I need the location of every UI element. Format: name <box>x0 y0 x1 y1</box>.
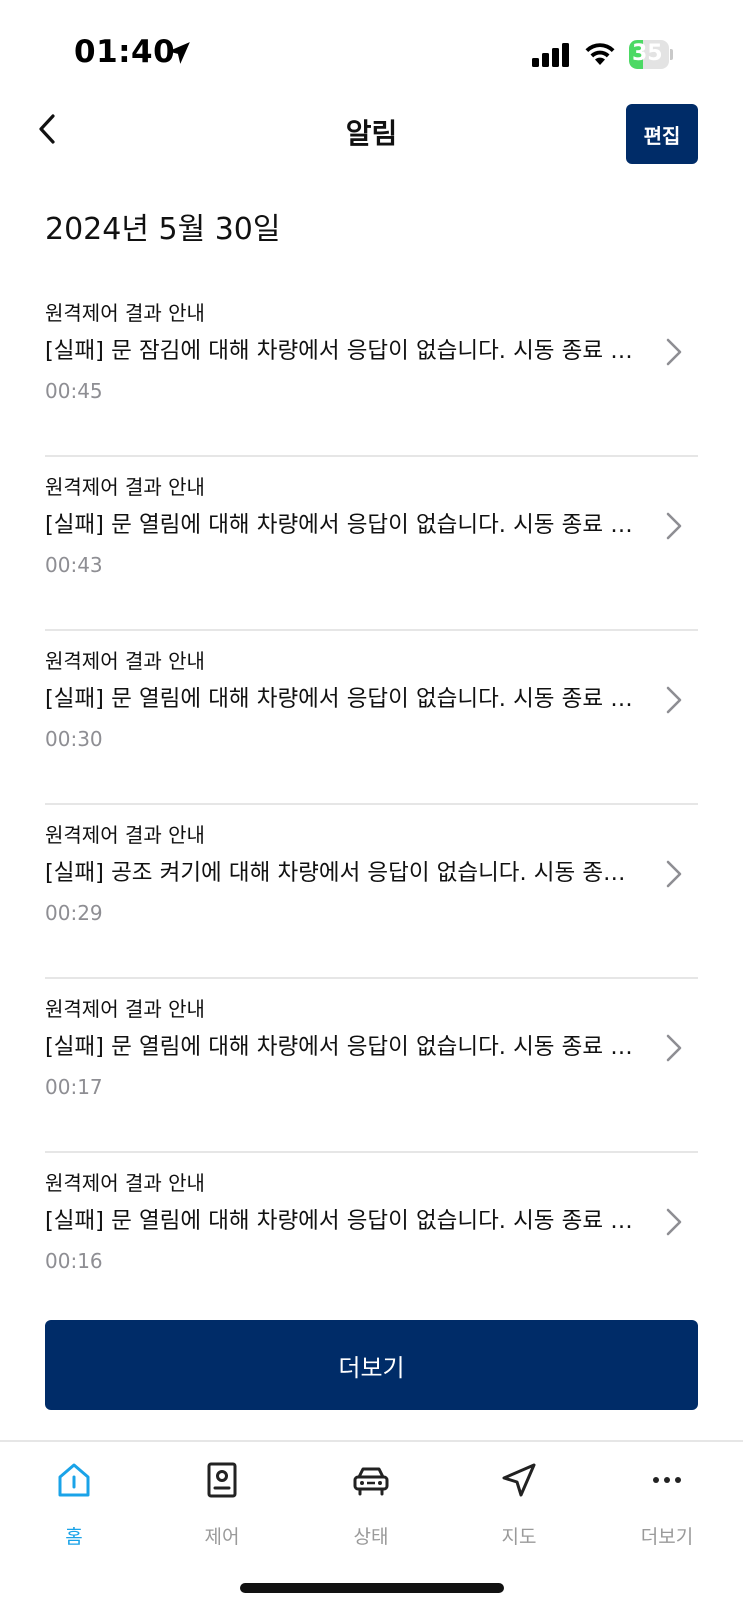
tab-status[interactable]: 상태 <box>311 1460 431 1560</box>
battery-percent: 35 <box>632 41 663 66</box>
tab-label: 지도 <box>501 1526 537 1548</box>
notification-message: [실패] 문 열림에 대해 차량에서 응답이 없습니다. 시동 종료 상태에서 … <box>45 1034 640 1060</box>
notification-category: 원격제어 결과 안내 <box>45 475 205 499</box>
notification-list: 원격제어 결과 안내 [실패] 문 잠김에 대해 차량에서 응답이 없습니다. … <box>45 283 698 1327</box>
notification-time: 00:17 <box>45 1075 103 1099</box>
tab-label: 홈 <box>65 1526 83 1548</box>
notification-message: [실패] 문 열림에 대해 차량에서 응답이 없습니다. 시동 종료 상태에서 … <box>45 512 640 538</box>
notification-item[interactable]: 원격제어 결과 안내 [실패] 문 열림에 대해 차량에서 응답이 없습니다. … <box>45 1153 698 1327</box>
car-icon <box>353 1467 389 1496</box>
chevron-right-icon <box>666 686 682 714</box>
notification-item[interactable]: 원격제어 결과 안내 [실패] 문 열림에 대해 차량에서 응답이 없습니다. … <box>45 457 698 631</box>
notification-category: 원격제어 결과 안내 <box>45 649 205 673</box>
tab-home[interactable]: 홈 <box>14 1460 134 1560</box>
date-heading: 2024년 5월 30일 <box>45 212 281 247</box>
battery-indicator: 35 <box>629 40 673 69</box>
notification-message: [실패] 문 잠김에 대해 차량에서 응답이 없습니다. 시동 종료 상태에서 … <box>45 338 640 364</box>
tab-more[interactable]: 더보기 <box>607 1460 727 1560</box>
tab-control[interactable]: 제어 <box>162 1460 282 1560</box>
status-time: 01:40 <box>74 34 176 70</box>
tab-label: 상태 <box>353 1526 389 1548</box>
chevron-right-icon <box>666 1208 682 1236</box>
location-arrow-icon <box>168 42 190 64</box>
notification-time: 00:43 <box>45 553 103 577</box>
more-dots-icon <box>653 1477 681 1483</box>
edit-button[interactable]: 편집 <box>626 104 698 164</box>
notification-time: 00:16 <box>45 1249 103 1273</box>
notification-category: 원격제어 결과 안내 <box>45 997 205 1021</box>
notification-time: 00:29 <box>45 901 103 925</box>
notification-message: [실패] 문 열림에 대해 차량에서 응답이 없습니다. 시동 종료 상태에서 … <box>45 1208 640 1234</box>
notification-item[interactable]: 원격제어 결과 안내 [실패] 공조 켜기에 대해 차량에서 응답이 없습니다.… <box>45 805 698 979</box>
chevron-right-icon <box>666 338 682 366</box>
cellular-signal-icon <box>532 43 569 67</box>
home-indicator <box>240 1583 504 1593</box>
battery-body: 35 <box>629 40 669 69</box>
notification-time: 00:30 <box>45 727 103 751</box>
tab-map[interactable]: 지도 <box>459 1460 579 1560</box>
status-bar: 01:40 35 <box>0 0 743 100</box>
chevron-right-icon <box>666 512 682 540</box>
wifi-icon <box>585 43 615 65</box>
notification-category: 원격제어 결과 안내 <box>45 823 205 847</box>
load-more-button[interactable]: 더보기 <box>45 1320 698 1410</box>
notification-category: 원격제어 결과 안내 <box>45 1171 205 1195</box>
tab-label: 제어 <box>204 1526 240 1548</box>
notification-message: [실패] 공조 켜기에 대해 차량에서 응답이 없습니다. 시동 종료 상태에서… <box>45 860 640 886</box>
navigation-icon <box>502 1463 536 1497</box>
chevron-right-icon <box>666 1034 682 1062</box>
battery-cap <box>670 49 673 60</box>
notification-time: 00:45 <box>45 379 103 403</box>
notification-category: 원격제어 결과 안내 <box>45 301 205 325</box>
tab-label: 더보기 <box>640 1526 694 1548</box>
chevron-right-icon <box>666 860 682 888</box>
home-icon <box>58 1463 90 1497</box>
notification-message: [실패] 문 열림에 대해 차량에서 응답이 없습니다. 시동 종료 상태에서 … <box>45 686 640 712</box>
control-icon <box>207 1462 237 1498</box>
notification-item[interactable]: 원격제어 결과 안내 [실패] 문 열림에 대해 차량에서 응답이 없습니다. … <box>45 631 698 805</box>
notification-item[interactable]: 원격제어 결과 안내 [실패] 문 열림에 대해 차량에서 응답이 없습니다. … <box>45 979 698 1153</box>
notification-item[interactable]: 원격제어 결과 안내 [실패] 문 잠김에 대해 차량에서 응답이 없습니다. … <box>45 283 698 457</box>
